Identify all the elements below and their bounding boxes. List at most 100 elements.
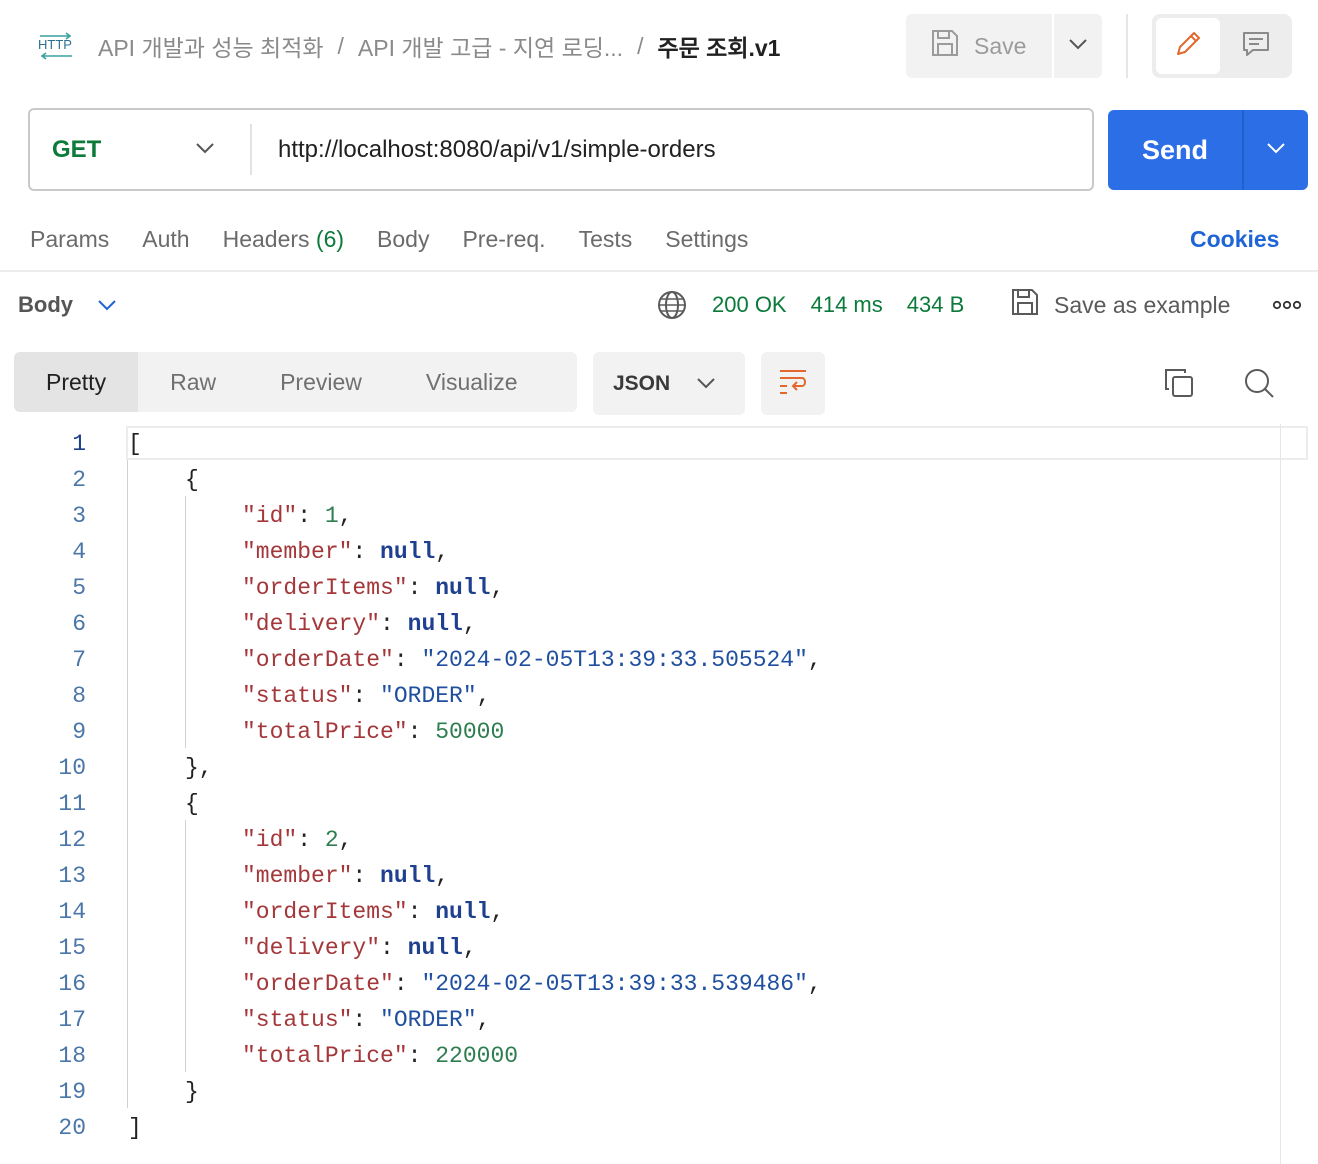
- tab-visualize[interactable]: Visualize: [394, 352, 550, 412]
- code-line: 10},: [0, 750, 1280, 786]
- copy-icon[interactable]: [1162, 366, 1196, 405]
- json-value: 1: [324, 503, 339, 529]
- code-line: 19}: [0, 1074, 1280, 1110]
- chevron-down-icon: [97, 292, 117, 318]
- response-stats: 200 OK 414 ms 434 B: [656, 288, 988, 322]
- json-value: "2024-02-05T13:39:33.505524": [421, 647, 808, 673]
- save-button[interactable]: Save: [906, 14, 1052, 78]
- code-text: "delivery": null,: [242, 611, 477, 637]
- tab-tests[interactable]: Tests: [579, 226, 633, 253]
- breadcrumb: API 개발과 성능 최적화 / API 개발 고급 - 지연 로딩... / …: [98, 30, 780, 62]
- tab-raw[interactable]: Raw: [138, 352, 248, 412]
- tab-headers[interactable]: Headers (6): [223, 226, 344, 253]
- code-text: "orderDate": "2024-02-05T13:39:33.505524…: [242, 647, 822, 673]
- send-options-button[interactable]: [1244, 110, 1308, 190]
- wrap-lines-icon: [777, 367, 809, 400]
- breadcrumb-item-collection[interactable]: API 개발과 성능 최적화: [98, 29, 324, 63]
- tab-settings[interactable]: Settings: [665, 226, 748, 253]
- line-number: 2: [72, 467, 86, 493]
- method-label: GET: [52, 135, 102, 163]
- response-view-tabs: Pretty Raw Preview Visualize: [14, 352, 577, 412]
- code-line: 6 "delivery": null,: [0, 606, 1280, 642]
- line-number: 20: [58, 1115, 86, 1141]
- status-code[interactable]: 200 OK: [712, 292, 787, 318]
- json-value: 50000: [435, 719, 505, 745]
- json-key: "id": [242, 503, 298, 529]
- send-button[interactable]: Send: [1108, 110, 1242, 190]
- json-key: "member": [242, 863, 353, 889]
- line-number: 14: [58, 899, 86, 925]
- cookies-link[interactable]: Cookies: [1190, 222, 1279, 256]
- comment-icon: [1241, 29, 1271, 64]
- url-bar: GET: [28, 108, 1094, 191]
- response-size[interactable]: 434 B: [907, 292, 965, 318]
- code-text: "id": 1,: [242, 503, 353, 529]
- code-line: 16 "orderDate": "2024-02-05T13:39:33.5394…: [0, 966, 1280, 1002]
- code-text: "status": "ORDER",: [242, 683, 491, 709]
- json-value: null: [435, 575, 491, 601]
- code-text: }: [185, 1079, 199, 1105]
- chevron-down-icon: [696, 372, 716, 396]
- code-line: 5 "orderItems": null,: [0, 570, 1280, 606]
- json-value: 220000: [435, 1043, 519, 1069]
- code-text: "orderDate": "2024-02-05T13:39:33.539486…: [242, 971, 822, 997]
- code-line: 18 "totalPrice": 220000: [0, 1038, 1280, 1074]
- line-number: 8: [72, 683, 86, 709]
- save-as-example-label: Save as example: [1054, 291, 1231, 318]
- tab-body[interactable]: Body: [377, 226, 429, 253]
- line-number: 1: [72, 431, 86, 457]
- wrap-lines-button[interactable]: [761, 352, 825, 415]
- json-key: "status": [242, 1007, 353, 1033]
- method-select[interactable]: GET: [52, 110, 101, 189]
- line-number: 7: [72, 647, 86, 673]
- search-icon[interactable]: [1242, 366, 1276, 405]
- request-title[interactable]: 주문 조회.v1: [657, 29, 780, 63]
- json-key: "orderDate": [242, 647, 394, 673]
- breadcrumb-separator: /: [337, 32, 344, 59]
- top-bar: HTTP API 개발과 성능 최적화 / API 개발 고급 - 지연 로딩.…: [0, 0, 1318, 92]
- line-number: 4: [72, 539, 86, 565]
- json-value: 2: [324, 827, 339, 853]
- code-line: 8 "status": "ORDER",: [0, 678, 1280, 714]
- tab-prereq[interactable]: Pre-req.: [462, 226, 545, 253]
- more-icon[interactable]: [1272, 288, 1302, 322]
- code-line: 3 "id": 1,: [0, 498, 1280, 534]
- json-key: "orderDate": [242, 971, 394, 997]
- tab-params[interactable]: Params: [30, 226, 109, 253]
- json-value: "ORDER": [380, 683, 477, 709]
- tab-preview[interactable]: Preview: [248, 352, 394, 412]
- headers-count: (6): [315, 225, 345, 252]
- format-select[interactable]: JSON: [593, 352, 745, 415]
- url-input[interactable]: [278, 110, 1068, 189]
- request-tabs: Params Auth Headers (6) Body Pre-req. Te…: [30, 222, 781, 256]
- edit-mode-button[interactable]: [1156, 18, 1220, 74]
- http-icon: HTTP: [36, 30, 76, 62]
- breadcrumb-item-folder[interactable]: API 개발 고급 - 지연 로딩...: [358, 29, 623, 63]
- chevron-down-icon[interactable]: [194, 137, 216, 164]
- code-line: 2{: [0, 462, 1280, 498]
- code-text: {: [185, 791, 199, 817]
- json-key: "totalPrice": [242, 1043, 408, 1069]
- code-editor[interactable]: 1[2{3 "id": 1, 4 "member": null, 5 "orderItem…: [0, 424, 1318, 1164]
- floppy-icon: [1010, 287, 1040, 323]
- line-number: 15: [58, 935, 86, 961]
- save-options-button[interactable]: [1054, 14, 1102, 78]
- mode-toggle: [1152, 14, 1292, 78]
- response-section-select[interactable]: Body: [18, 288, 117, 322]
- tab-headers-label: Headers: [222, 225, 310, 252]
- comment-mode-button[interactable]: [1224, 18, 1288, 74]
- save-as-example-button[interactable]: Save as example: [1010, 288, 1230, 322]
- code-text: ]: [128, 1115, 142, 1141]
- tab-pretty[interactable]: Pretty: [14, 352, 139, 412]
- code-line: 13 "member": null,: [0, 858, 1280, 894]
- toolbar-divider: [1126, 14, 1128, 78]
- tab-auth[interactable]: Auth: [142, 226, 189, 253]
- code-line: 1[: [0, 426, 1280, 462]
- globe-icon[interactable]: [656, 289, 688, 321]
- format-label: JSON: [613, 371, 671, 395]
- code-line: 7 "orderDate": "2024-02-05T13:39:33.50552…: [0, 642, 1280, 678]
- line-number: 13: [58, 863, 86, 889]
- response-time[interactable]: 414 ms: [811, 292, 883, 318]
- code-text: "member": null,: [242, 863, 450, 889]
- code-line: 15 "delivery": null,: [0, 930, 1280, 966]
